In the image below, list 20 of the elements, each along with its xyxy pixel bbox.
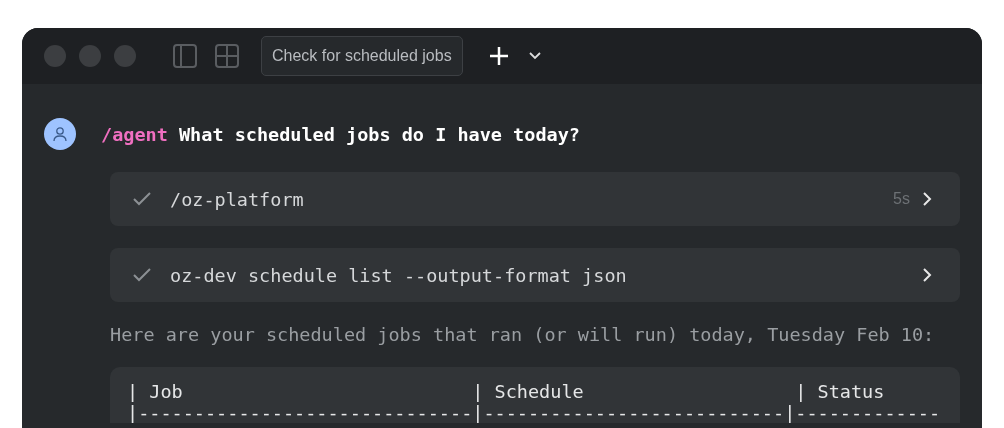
window-control[interactable] bbox=[114, 45, 136, 67]
prompt-text: /agent What scheduled jobs do I have today? bbox=[101, 123, 580, 145]
chevron-right-icon[interactable] bbox=[922, 267, 932, 283]
command-text: oz-dev schedule list --output-format json bbox=[170, 264, 628, 286]
sidebar-icon[interactable] bbox=[173, 44, 197, 68]
command-text: /oz-platform bbox=[170, 188, 305, 210]
tab[interactable]: Check for scheduled jobs bbox=[261, 36, 463, 76]
user-avatar bbox=[44, 118, 76, 150]
reply-text: Here are your scheduled jobs that ran (or will run) today, Tuesday Feb 10: bbox=[110, 324, 936, 345]
window-control[interactable] bbox=[44, 45, 66, 67]
grid-icon[interactable] bbox=[215, 44, 239, 68]
command-step[interactable]: oz-dev schedule list --output-format json bbox=[110, 248, 960, 302]
plus-icon[interactable] bbox=[488, 46, 509, 66]
code-line: |------------------------------|---------------------------|------------- bbox=[127, 402, 942, 423]
chevron-down-icon[interactable] bbox=[528, 52, 541, 60]
duration-text: 5s bbox=[893, 190, 910, 208]
chevron-right-icon[interactable] bbox=[922, 191, 932, 207]
code-line: | Job | Schedule | Status bbox=[127, 381, 886, 402]
window-control[interactable] bbox=[79, 45, 101, 67]
command-step[interactable]: /oz-platform 5s bbox=[110, 172, 960, 226]
